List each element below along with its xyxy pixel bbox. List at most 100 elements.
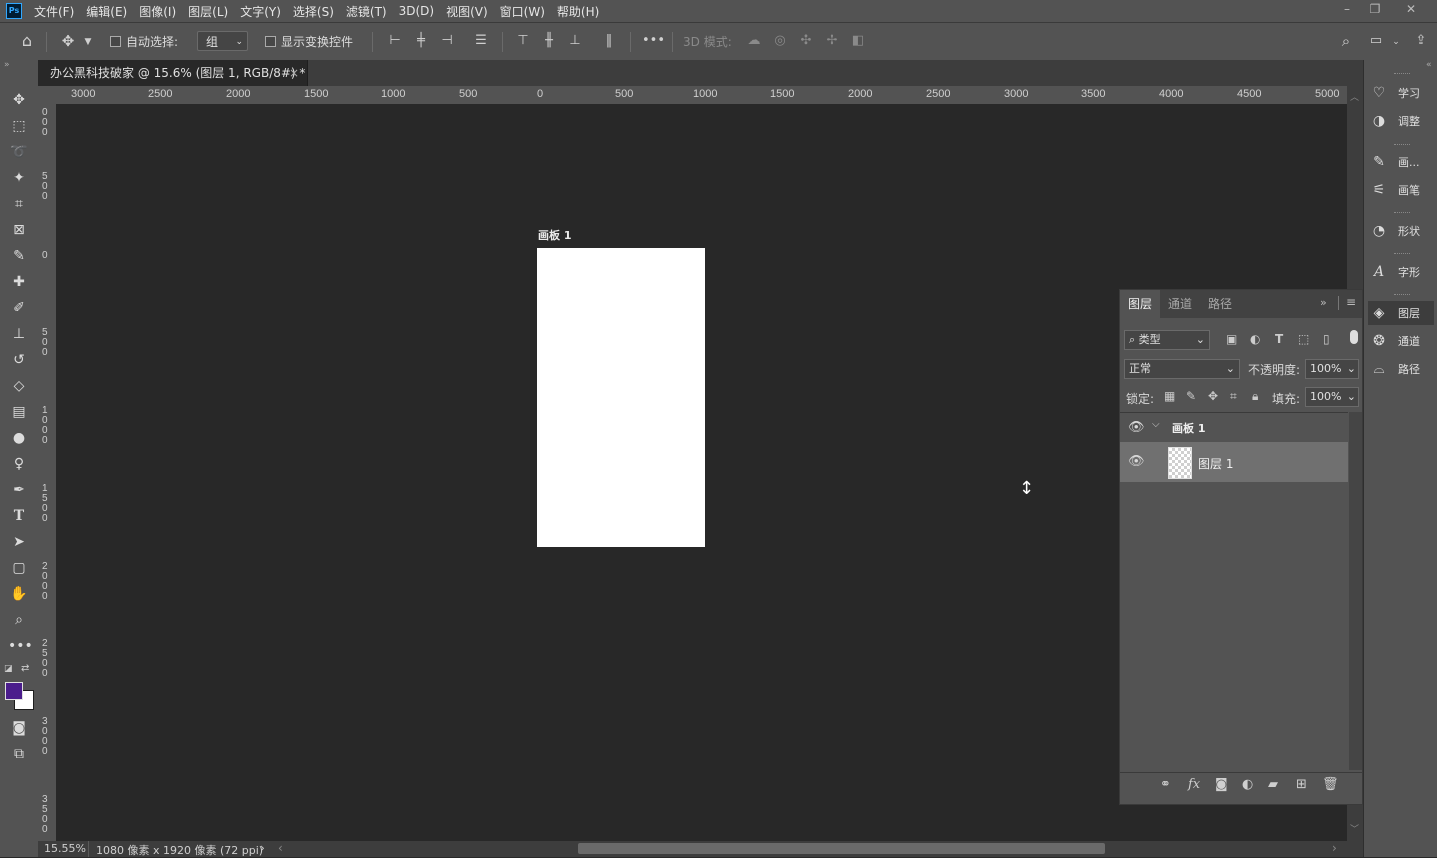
close-window-button[interactable]: ✕: [1397, 0, 1425, 20]
collapse-panel-icon[interactable]: »: [1320, 296, 1327, 309]
eyedropper-tool-icon[interactable]: ✎: [8, 245, 30, 267]
align-bottom-icon[interactable]: ⊥: [566, 32, 584, 50]
auto-select-dropdown[interactable]: 组 ⌄: [197, 31, 248, 51]
menu-image[interactable]: 图像(I): [139, 3, 176, 20]
frame-tool-icon[interactable]: ⊠: [8, 219, 30, 241]
dock-grip[interactable]: [1394, 144, 1410, 147]
dock-grip[interactable]: [1394, 212, 1410, 215]
document-tab[interactable]: 办公黑科技破家 @ 15.6% (图层 1, RGB/8#) * ×: [38, 60, 308, 86]
dock-brush-settings[interactable]: ⚟ 画笔: [1368, 178, 1434, 202]
scroll-down-icon[interactable]: ﹀: [1350, 822, 1359, 835]
menu-filter[interactable]: 滤镜(T): [346, 3, 387, 20]
tab-layers[interactable]: 图层: [1120, 290, 1161, 318]
close-tab-icon[interactable]: ×: [289, 60, 299, 86]
filter-pixel-icon[interactable]: ▣: [1226, 332, 1237, 346]
panel-menu-icon[interactable]: ≡: [1346, 295, 1356, 309]
screen-mode-icon[interactable]: ⧉: [8, 743, 30, 765]
pan-3d-icon[interactable]: ✣: [796, 32, 816, 50]
status-menu-arrow[interactable]: ›: [260, 841, 265, 855]
collapse-dock-icon[interactable]: «: [1426, 60, 1432, 70]
new-adjustment-layer-icon[interactable]: ◐: [1242, 777, 1253, 792]
chevron-down-icon[interactable]: ⌄: [1390, 33, 1402, 51]
auto-select-checkbox[interactable]: [110, 36, 121, 47]
trash-icon[interactable]: 🗑︎: [1322, 777, 1339, 792]
chevron-down-icon[interactable]: ▼: [82, 33, 94, 51]
filter-shape-icon[interactable]: ⬚: [1298, 332, 1309, 346]
brush-tool-icon[interactable]: ✐: [8, 297, 30, 319]
layer-filter-dropdown[interactable]: ⌕ 类型 ⌄: [1124, 330, 1210, 350]
lock-position-icon[interactable]: ✥: [1208, 389, 1218, 403]
orbit-3d-icon[interactable]: ☁: [744, 32, 764, 50]
lock-image-icon[interactable]: ✎: [1186, 389, 1196, 403]
filter-smart-object-icon[interactable]: ▯: [1323, 332, 1330, 346]
rectangle-tool-icon[interactable]: ▢: [8, 557, 30, 579]
healing-brush-tool-icon[interactable]: ✚: [8, 271, 30, 293]
path-selection-tool-icon[interactable]: ➤: [8, 531, 30, 553]
distribute-vertical-icon[interactable]: ‖: [600, 32, 618, 50]
filter-toggle[interactable]: [1350, 330, 1358, 344]
magic-wand-tool-icon[interactable]: ✦: [8, 167, 30, 189]
lock-artboard-icon[interactable]: ⌗: [1230, 389, 1237, 404]
align-right-icon[interactable]: ⊣: [438, 32, 456, 50]
document-info[interactable]: 1080 像素 x 1920 像素 (72 ppi): [96, 842, 263, 858]
zoom-level[interactable]: 15.55%: [44, 842, 86, 855]
visibility-eye-icon[interactable]: 👁︎: [1128, 420, 1145, 435]
dock-grip[interactable]: [1394, 73, 1410, 76]
tab-channels[interactable]: 通道: [1168, 290, 1192, 318]
gradient-tool-icon[interactable]: ▤: [8, 401, 30, 423]
lock-transparency-icon[interactable]: ▦: [1164, 389, 1175, 403]
zoom-tool-icon[interactable]: ⌕: [8, 609, 30, 631]
filter-type-icon[interactable]: T: [1275, 332, 1283, 346]
marquee-tool-icon[interactable]: ⬚: [8, 115, 30, 137]
roll-3d-icon[interactable]: ◎: [770, 32, 790, 50]
layer-row-selected[interactable]: 👁︎ 图层 1: [1120, 442, 1348, 482]
more-options-button[interactable]: •••: [642, 32, 665, 50]
scroll-left-icon[interactable]: ‹: [278, 841, 283, 855]
artboard-label[interactable]: 画板 1: [538, 227, 571, 243]
dock-channels[interactable]: ❂ 通道: [1368, 329, 1434, 353]
dock-glyphs[interactable]: A 字形: [1368, 260, 1434, 284]
edit-toolbar-icon[interactable]: •••: [8, 635, 33, 657]
layer-row-artboard[interactable]: 👁︎ ⌵ 画板 1: [1120, 413, 1348, 441]
opacity-input[interactable]: 100% ⌄: [1305, 359, 1359, 379]
menu-select[interactable]: 选择(S): [293, 3, 334, 20]
add-mask-icon[interactable]: ◙: [1215, 777, 1228, 792]
chevron-down-icon[interactable]: ⌵: [1152, 419, 1160, 430]
collapse-icon[interactable]: »: [4, 60, 10, 70]
dock-adjustments[interactable]: ◑ 调整: [1368, 109, 1434, 133]
menu-type[interactable]: 文字(Y): [240, 3, 281, 20]
move-tool-icon[interactable]: ✥: [58, 32, 78, 50]
filter-adjustment-icon[interactable]: ◐: [1250, 332, 1260, 346]
lasso-tool-icon[interactable]: ➰: [8, 141, 30, 163]
menu-layer[interactable]: 图层(L): [188, 3, 228, 20]
dock-learn[interactable]: ♡ 学习: [1368, 81, 1434, 105]
scroll-up-icon[interactable]: ︿: [1350, 90, 1359, 103]
scroll-right-icon[interactable]: ›: [1332, 841, 1337, 855]
align-left-icon[interactable]: ⊢: [386, 32, 404, 50]
fill-input[interactable]: 100% ⌄: [1305, 387, 1359, 407]
restore-button[interactable]: ❐: [1361, 0, 1389, 20]
default-colors-icon[interactable]: ◪: [4, 664, 13, 674]
visibility-eye-icon[interactable]: 👁︎: [1128, 454, 1145, 469]
blur-tool-icon[interactable]: ●: [8, 427, 30, 449]
swap-colors-icon[interactable]: ⇄: [21, 663, 29, 674]
artboard[interactable]: [537, 248, 705, 547]
dock-layers[interactable]: ◈ 图层: [1368, 301, 1434, 325]
camera-3d-icon[interactable]: ◧: [848, 32, 868, 50]
dock-grip[interactable]: [1394, 253, 1410, 256]
share-icon[interactable]: ⇪: [1411, 32, 1431, 50]
new-group-icon[interactable]: ▰: [1268, 777, 1278, 792]
foreground-color-swatch[interactable]: [5, 682, 23, 700]
distribute-icon[interactable]: ☰: [472, 32, 490, 50]
menu-window[interactable]: 窗口(W): [500, 3, 545, 20]
layer-list-scrollbar[interactable]: [1349, 412, 1362, 770]
home-icon[interactable]: ⌂: [16, 32, 38, 50]
menu-edit[interactable]: 编辑(E): [86, 3, 127, 20]
history-brush-tool-icon[interactable]: ↺: [8, 349, 30, 371]
eraser-tool-icon[interactable]: ◇: [8, 375, 30, 397]
slide-3d-icon[interactable]: ✢: [822, 32, 842, 50]
dock-grip[interactable]: [1394, 294, 1410, 297]
move-tool-icon[interactable]: ✥: [8, 89, 30, 111]
align-hcenter-icon[interactable]: ╪: [412, 32, 430, 50]
layer-style-icon[interactable]: fx: [1188, 777, 1200, 792]
